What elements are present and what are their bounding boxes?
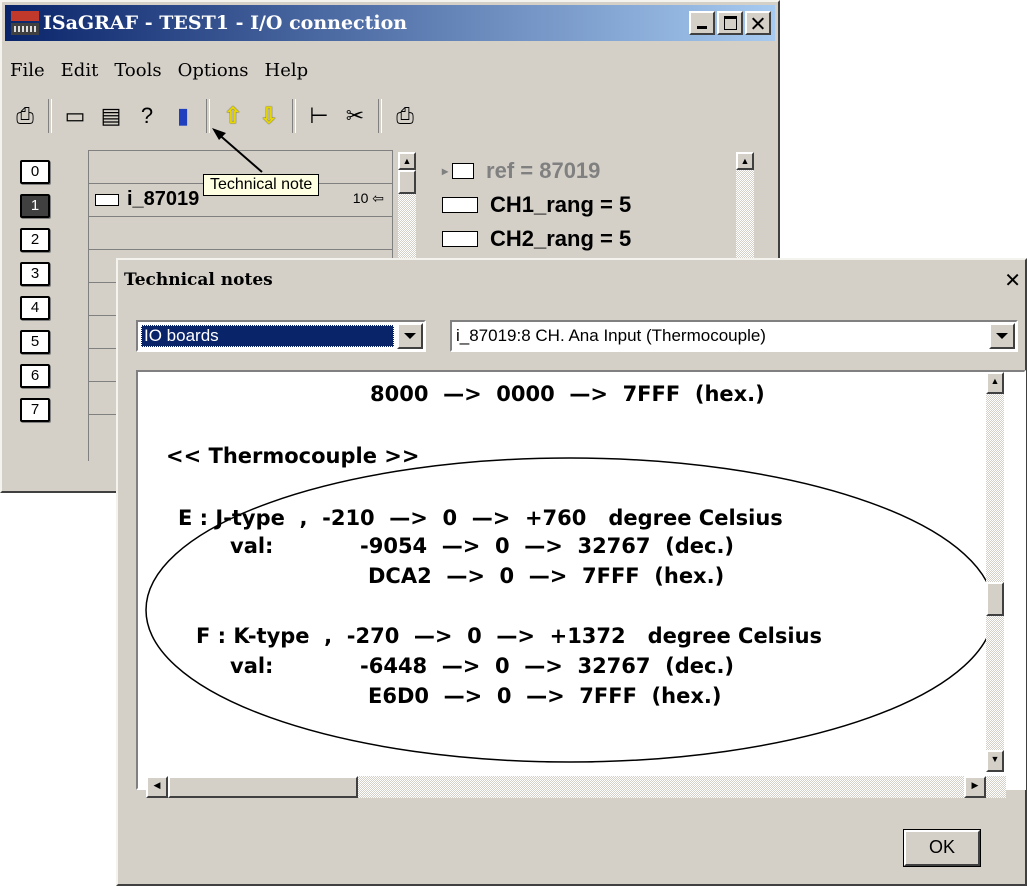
toolbar-separator (378, 99, 382, 133)
chevron-down-icon[interactable] (989, 323, 1015, 349)
note-line: DCA2 —> 0 —> 7FFF (hex.) (368, 564, 725, 588)
parameter-icon (452, 163, 475, 179)
category-select[interactable]: IO boards (136, 320, 426, 352)
menu-bar: File Edit Tools Options Help (10, 60, 324, 81)
menu-file[interactable]: File (10, 60, 45, 81)
open-icon[interactable]: ⎙ (10, 101, 40, 131)
close-button[interactable] (745, 11, 771, 35)
slot-button[interactable]: 6 (20, 364, 50, 388)
toolbar-separator (206, 99, 210, 133)
minimize-button[interactable] (689, 11, 715, 35)
board-icon[interactable]: ▭ (60, 101, 90, 131)
note-line: E6D0 —> 0 —> 7FFF (hex.) (368, 684, 722, 708)
slot-button[interactable]: 4 (20, 296, 50, 320)
note-line: val: (230, 534, 274, 558)
close-icon[interactable]: ✕ (1004, 268, 1021, 293)
board-select[interactable]: i_87019:8 CH. Ana Input (Thermocouple) (450, 320, 1018, 352)
slot-button[interactable]: 5 (20, 330, 50, 354)
scroll-thumb[interactable] (398, 170, 416, 194)
scroll-thumb[interactable] (168, 776, 358, 798)
slot-button[interactable]: 2 (20, 228, 50, 252)
scroll-left-arrow-icon[interactable]: ◀ (146, 776, 168, 798)
print-icon[interactable]: ⎙ (390, 101, 420, 131)
board-row[interactable] (89, 217, 393, 250)
board-list-scrollbar[interactable]: ▲ (398, 152, 416, 262)
note-line: -9054 —> 0 —> 32767 (dec.) (360, 534, 735, 558)
maximize-button[interactable] (717, 11, 743, 35)
note-line: val: (230, 654, 274, 678)
variable-row[interactable]: CH1_rang = 5 (442, 188, 631, 222)
dialog-title-bar[interactable]: Technical notes ✕ (120, 262, 1025, 298)
menu-help[interactable]: Help (265, 60, 309, 81)
note-line: E : J-type , -210 —> 0 —> +760 degree Ce… (178, 506, 783, 530)
menu-tools[interactable]: Tools (114, 60, 161, 81)
menu-options[interactable]: Options (178, 60, 249, 81)
menu-edit[interactable]: Edit (61, 60, 99, 81)
variable-row[interactable]: ▸ ref = 87019 (442, 154, 631, 188)
board-entry: i_87019 (95, 188, 199, 211)
technical-note-icon[interactable]: ? (132, 101, 162, 131)
slot-list: 0 1 2 3 4 5 6 7 (20, 160, 50, 432)
toolbar: ⎙ ▭ ▤ ? ▮ ⇧ ⇩ ⊢ ✂ ⎙ (10, 96, 770, 136)
isagraf-app-icon (11, 11, 39, 35)
chevron-down-icon[interactable] (397, 323, 423, 349)
board-value: i_87019:8 CH. Ana Input (Thermocouple) (456, 326, 766, 345)
slot-button-active[interactable]: 1 (20, 194, 50, 218)
toolbar-separator (292, 99, 296, 133)
move-up-icon[interactable]: ⇧ (218, 101, 248, 131)
title-bar[interactable]: ISaGRAF - TEST1 - I/O connection (5, 5, 775, 41)
note-line: -6448 —> 0 —> 32767 (dec.) (360, 654, 735, 678)
parameter-icon (442, 197, 478, 213)
parameter-icon (442, 231, 478, 247)
slot-button[interactable]: 7 (20, 398, 50, 422)
variable-text: CH2_rang = 5 (490, 226, 632, 251)
scroll-up-arrow-icon[interactable]: ▲ (736, 152, 754, 170)
tooltip: Technical note (203, 174, 320, 196)
window-title: ISaGRAF - TEST1 - I/O connection (43, 12, 408, 34)
notes-horizontal-scrollbar[interactable]: ◀ ▶ (146, 776, 1006, 798)
delete-icon[interactable]: ▮ (168, 101, 198, 131)
cut-icon[interactable]: ✂ (340, 101, 370, 131)
board-name: i_87019 (127, 188, 200, 210)
note-line: 8000 —> 0000 —> 7FFF (hex.) (370, 382, 765, 406)
notes-vertical-scrollbar[interactable]: ▲ ▼ (986, 372, 1004, 772)
scroll-up-arrow-icon[interactable]: ▲ (986, 372, 1004, 394)
technical-notes-dialog: Technical notes ✕ IO boards i_87019:8 CH… (116, 258, 1027, 886)
scroll-down-arrow-icon[interactable]: ▼ (986, 750, 1004, 772)
tree-icon[interactable]: ⊢ (304, 101, 334, 131)
notes-content: 8000 —> 0000 —> 7FFF (hex.) << Thermocou… (138, 372, 822, 708)
note-line: F : K-type , -270 —> 0 —> +1372 degree C… (196, 624, 823, 648)
variable-list: ▸ ref = 87019 CH1_rang = 5 CH2_rang = 5 (442, 154, 631, 256)
notes-text-area[interactable]: 8000 —> 0000 —> 7FFF (hex.) << Thermocou… (136, 370, 1026, 790)
move-down-icon[interactable]: ⇩ (254, 101, 284, 131)
variable-text: ref = 87019 (486, 158, 601, 183)
category-value: IO boards (141, 325, 394, 347)
expand-arrow-icon[interactable]: ▸ (442, 164, 448, 178)
slot-button[interactable]: 3 (20, 262, 50, 286)
note-line: << Thermocouple >> (166, 444, 420, 468)
variable-text: CH1_rang = 5 (490, 192, 632, 217)
scroll-thumb[interactable] (986, 582, 1004, 616)
toolbar-separator (48, 99, 52, 133)
scroll-right-arrow-icon[interactable]: ▶ (964, 776, 986, 798)
variable-row[interactable]: CH2_rang = 5 (442, 222, 631, 256)
slot-button[interactable]: 0 (20, 160, 50, 184)
ok-button[interactable]: OK (903, 829, 981, 867)
edit-board-icon[interactable]: ▤ (96, 101, 126, 131)
board-channel-count: 10 ⇦ (352, 190, 384, 206)
dialog-title: Technical notes (124, 270, 273, 290)
board-icon (95, 193, 119, 206)
scroll-up-arrow-icon[interactable]: ▲ (398, 152, 416, 170)
variable-list-scrollbar[interactable]: ▲ (736, 152, 754, 262)
